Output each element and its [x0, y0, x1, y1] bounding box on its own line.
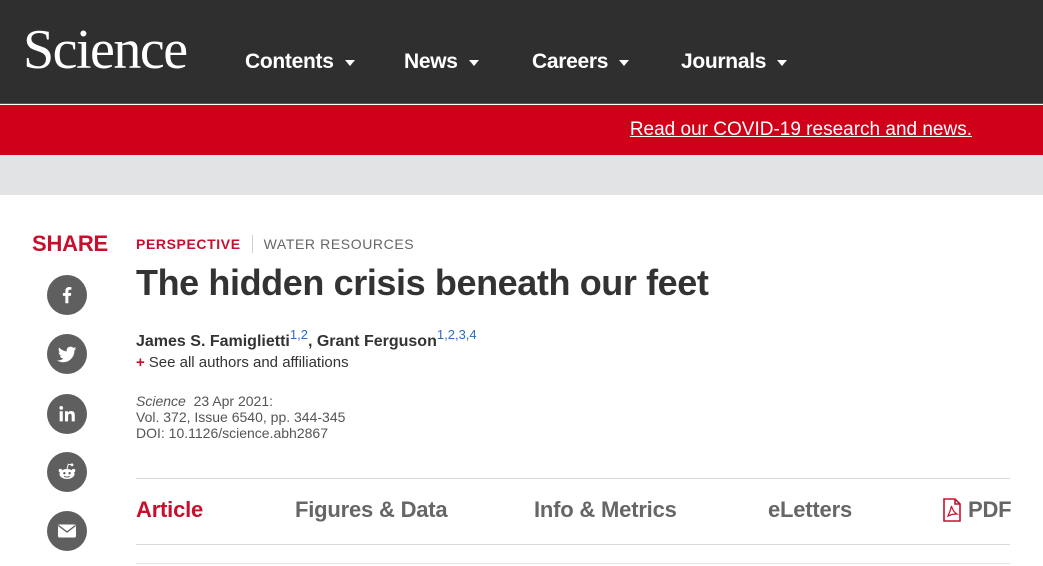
- covid-alert-banner: Read our COVID-19 research and news.: [0, 105, 1043, 155]
- affiliation-ref[interactable]: 2: [301, 327, 308, 342]
- affiliation-ref[interactable]: 1: [437, 327, 444, 342]
- tab-eletters[interactable]: eLetters: [768, 497, 852, 523]
- share-label: SHARE: [32, 231, 109, 256]
- nav-contents-label: Contents: [245, 50, 334, 73]
- see-all-authors-toggle[interactable]: + See all authors and affiliations: [136, 354, 349, 371]
- gray-band: [0, 155, 1043, 195]
- affiliation-ref[interactable]: 1: [290, 327, 297, 342]
- share-reddit-button[interactable]: [47, 452, 87, 492]
- share-email-button[interactable]: [47, 511, 87, 551]
- nav-contents[interactable]: Contents: [245, 48, 355, 76]
- citation-journal: Science: [136, 393, 186, 409]
- chevron-down-icon: [468, 60, 479, 66]
- citation-doi[interactable]: DOI: 10.1126/science.abh2867: [136, 425, 345, 441]
- citation-block: Science 23 Apr 2021: Vol. 372, Issue 654…: [136, 393, 345, 441]
- kicker-divider: [251, 235, 253, 253]
- twitter-icon: [56, 346, 77, 363]
- nav-careers-label: Careers: [532, 50, 609, 73]
- plus-icon: +: [136, 354, 145, 371]
- share-facebook-button[interactable]: [47, 275, 87, 315]
- email-icon: [58, 524, 76, 538]
- article-kicker: PERSPECTIVE WATER RESOURCES: [136, 235, 414, 253]
- author-name[interactable]: Grant Ferguson: [317, 333, 437, 350]
- article-subject-label[interactable]: WATER RESOURCES: [264, 236, 415, 252]
- share-twitter-button[interactable]: [47, 334, 87, 374]
- affiliation-ref[interactable]: 4: [469, 327, 476, 342]
- facebook-icon: [62, 287, 72, 304]
- see-all-authors-label: See all authors and affiliations: [148, 354, 349, 371]
- nav-news[interactable]: News: [404, 48, 479, 76]
- author-separator: ,: [307, 333, 317, 350]
- author-list: James S. Famiglietti1,2, Grant Ferguson1…: [136, 327, 477, 351]
- citation-journal-line: Science 23 Apr 2021:: [136, 393, 345, 409]
- chevron-down-icon: [777, 60, 788, 66]
- chevron-down-icon: [619, 60, 630, 66]
- tab-figures-data[interactable]: Figures & Data: [295, 497, 448, 523]
- pdf-icon: [943, 498, 961, 522]
- tabs-divider-bottom: [136, 544, 1010, 545]
- nav-careers[interactable]: Careers: [532, 48, 630, 76]
- share-linkedin-button[interactable]: [47, 394, 87, 434]
- citation-date: 23 Apr 2021:: [193, 393, 273, 409]
- nav-journals-label: Journals: [681, 50, 767, 73]
- tab-pdf[interactable]: PDF: [942, 497, 1012, 523]
- tab-article[interactable]: Article: [136, 497, 203, 523]
- nav-journals[interactable]: Journals: [681, 48, 788, 76]
- tabs-divider-top: [136, 478, 1010, 479]
- tab-info-metrics[interactable]: Info & Metrics: [534, 497, 677, 523]
- affiliation-ref[interactable]: 2: [448, 327, 455, 342]
- author-affiliations: 1,2,3,4: [436, 327, 477, 342]
- article-type-label[interactable]: PERSPECTIVE: [136, 236, 241, 252]
- science-logo[interactable]: Science: [23, 20, 188, 80]
- nav-news-label: News: [404, 50, 458, 73]
- tab-pdf-label: PDF: [968, 497, 1012, 522]
- author-affiliations: 1,2: [289, 327, 308, 342]
- article-title: The hidden crisis beneath our feet: [136, 262, 709, 303]
- covid-research-link[interactable]: Read our COVID-19 research and news.: [630, 119, 972, 141]
- linkedin-icon: [59, 406, 75, 422]
- affiliation-ref[interactable]: 3: [459, 327, 466, 342]
- chevron-down-icon: [344, 60, 355, 66]
- content-divider: [136, 563, 1010, 564]
- author-name[interactable]: James S. Famiglietti: [136, 333, 290, 350]
- reddit-icon: [58, 463, 76, 479]
- top-navigation: Science Contents News Careers Journals: [0, 0, 1043, 104]
- citation-volume: Vol. 372, Issue 6540, pp. 344-345: [136, 409, 346, 425]
